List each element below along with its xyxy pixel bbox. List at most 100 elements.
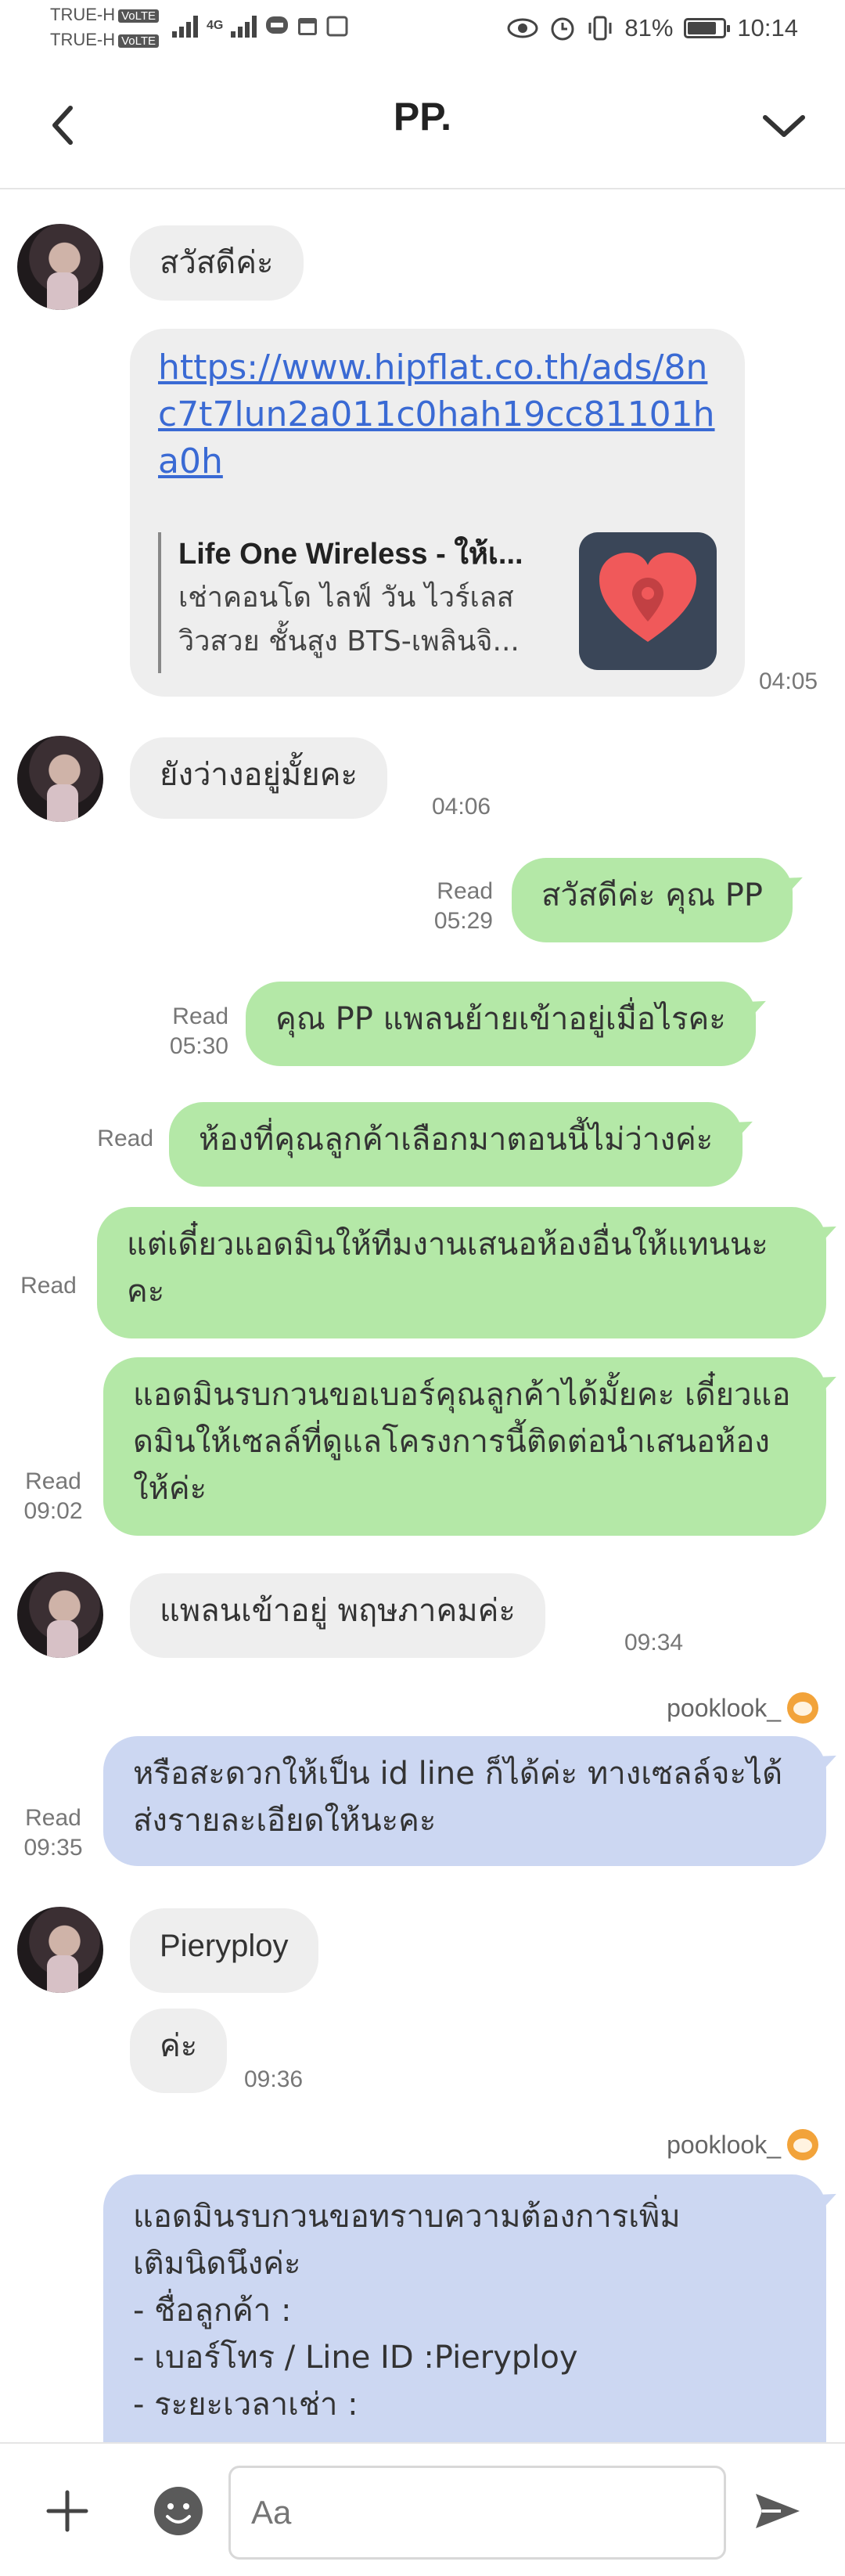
- message-line: - ชื่อลูกค้า :: [133, 2293, 292, 2329]
- sender-name: pooklook_: [667, 2129, 818, 2160]
- message-time: 04:06: [432, 794, 491, 820]
- read-receipt: Read: [437, 878, 493, 904]
- message-text: สวัสดีค่ะ คุณ PP: [541, 877, 764, 913]
- eye-icon: [507, 18, 538, 38]
- chat-messages[interactable]: สวัสดีค่ะ https://www.hipflat.co.th/ads/…: [0, 191, 845, 2442]
- read-receipt: Read: [97, 1126, 153, 1151]
- message-time: 04:05: [759, 668, 818, 694]
- vibrate-icon: [588, 16, 612, 41]
- signal-icon-2: [231, 14, 257, 38]
- message-line: แอดมินรบกวนขอทราบความต้องการเพิ่ม: [133, 2199, 681, 2235]
- read-receipt: Read: [25, 1805, 81, 1831]
- message-bubble-incoming[interactable]: แพลนเข้าอยู่ พฤษภาคมค่ะ: [130, 1573, 545, 1658]
- message-bubble-incoming[interactable]: ยังว่างอยู่มั้ยคะ: [130, 737, 387, 819]
- chat-title: PP.: [393, 95, 452, 139]
- message-text: แพลนเข้าอยู่ พฤษภาคมค่ะ: [160, 1593, 516, 1629]
- emoji-button[interactable]: [146, 2478, 211, 2544]
- status-icons-right: 81% 10:14: [507, 14, 798, 42]
- carrier-2: TRUE-H VoLTE: [50, 30, 160, 50]
- avatar[interactable]: [17, 1907, 103, 1993]
- message-input[interactable]: [228, 2466, 726, 2560]
- message-link[interactable]: https://www.hipflat.co.th/ads/8nc7t7lun2…: [158, 344, 717, 485]
- send-icon: [756, 2494, 800, 2528]
- carrier-1-label: TRUE-H: [50, 5, 116, 24]
- message-time: 09:02: [23, 1498, 83, 1524]
- tiger-icon: [787, 1692, 818, 1724]
- read-receipt: Read: [25, 1468, 81, 1494]
- avatar[interactable]: [17, 1572, 103, 1658]
- message-text: คุณ PP แพลนย้ายเข้าอยู่เมื่อไรคะ: [275, 1001, 726, 1037]
- message-time: 09:35: [23, 1835, 83, 1861]
- tiger-icon: [787, 2129, 818, 2160]
- preview-thumbnail: [579, 532, 717, 670]
- preview-title: Life One Wireless - ให้เ...: [178, 538, 523, 571]
- avatar[interactable]: [17, 224, 103, 310]
- send-button[interactable]: [745, 2478, 811, 2544]
- status-bar: TRUE-H VoLTE TRUE-H VoLTE 4G 81% 10:14: [0, 0, 845, 63]
- emoji-icon: [154, 2487, 203, 2535]
- avatar[interactable]: [17, 736, 103, 822]
- signal-icon: [172, 14, 199, 38]
- line-app-icon: [266, 16, 289, 34]
- status-icons-left: 4G: [172, 14, 348, 38]
- message-status: Read 09:35: [16, 1803, 91, 1863]
- clock: 10:14: [737, 14, 798, 41]
- message-text: ค่ะ: [160, 2028, 198, 2064]
- message-bubble-incoming[interactable]: Pieryploy: [130, 1908, 318, 1993]
- message-bubble-outgoing[interactable]: แอดมินรบกวนขอเบอร์คุณลูกค้าได้มั้ยคะ เดี…: [103, 1357, 826, 1536]
- message-bubble-outgoing[interactable]: แต่เดี๋ยวแอดมินให้ทีมงานเสนอห้องอื่นให้แ…: [97, 1207, 826, 1338]
- map-heart-icon: [599, 553, 696, 642]
- calendar-date-icon: [326, 16, 348, 37]
- alarm-icon: [551, 17, 574, 41]
- message-status: Read 05:29: [407, 877, 493, 936]
- network-type: 4G: [207, 19, 224, 32]
- message-status: Read: [16, 1271, 81, 1301]
- message-line: - ระยะเวลาเช่า :: [133, 2387, 358, 2423]
- battery-fill: [688, 22, 717, 34]
- sender-label: pooklook_: [667, 1693, 781, 1722]
- link-message-bubble[interactable]: https://www.hipflat.co.th/ads/8nc7t7lun2…: [130, 329, 745, 697]
- volte-badge: VoLTE: [118, 34, 160, 48]
- message-text: Pieryploy: [160, 1929, 289, 1963]
- message-bubble-incoming[interactable]: สวัสดีค่ะ: [130, 225, 304, 301]
- message-text: ยังว่างอยู่มั้ยคะ: [160, 757, 358, 793]
- link-preview-card[interactable]: Life One Wireless - ให้เ... เช่าคอนโด ไล…: [158, 532, 717, 673]
- message-bubble-outgoing[interactable]: สวัสดีค่ะ คุณ PP: [512, 858, 793, 942]
- message-bubble-moderator[interactable]: หรือสะดวกให้เป็น id line ก็ได้ค่ะ ทางเซล…: [103, 1736, 826, 1866]
- message-line: เติมนิดนึงค่ะ: [133, 2246, 301, 2282]
- message-time: 05:29: [433, 908, 493, 934]
- message-text: หรือสะดวกให้เป็น id line ก็ได้ค่ะ ทางเซล…: [133, 1756, 783, 1839]
- message-line: - เบอร์โทร / Line ID :Pieryploy: [133, 2340, 578, 2376]
- message-text: สวัสดีค่ะ: [160, 245, 274, 281]
- chat-menu-button[interactable]: [753, 94, 815, 157]
- message-status: Read 09:02: [16, 1467, 91, 1526]
- chevron-down-icon: [763, 115, 805, 137]
- sender-label: pooklook_: [667, 2130, 781, 2159]
- message-bubble-outgoing[interactable]: ห้องที่คุณลูกค้าเลือกมาตอนนี้ไม่ว่างค่ะ: [169, 1102, 743, 1187]
- message-text: ห้องที่คุณลูกค้าเลือกมาตอนนี้ไม่ว่างค่ะ: [199, 1122, 714, 1158]
- message-text: แต่เดี๋ยวแอดมินให้ทีมงานเสนอห้องอื่นให้แ…: [127, 1227, 768, 1310]
- message-status: Read: [78, 1124, 153, 1154]
- chat-header: PP.: [0, 63, 845, 189]
- read-receipt: Read: [20, 1273, 77, 1299]
- message-bubble-incoming[interactable]: ค่ะ: [130, 2009, 228, 2093]
- calendar-icon: [298, 18, 318, 35]
- message-bubble-outgoing[interactable]: คุณ PP แพลนย้ายเข้าอยู่เมื่อไรคะ: [246, 982, 756, 1066]
- message-bubble-moderator[interactable]: แอดมินรบกวนขอทราบความต้องการเพิ่ม เติมนิ…: [103, 2174, 826, 2442]
- sender-name: pooklook_: [667, 1692, 818, 1724]
- battery-icon: [684, 18, 731, 38]
- message-time: 05:30: [169, 1033, 228, 1059]
- message-time: 09:34: [624, 1630, 684, 1655]
- volte-badge: VoLTE: [118, 9, 160, 23]
- add-button[interactable]: [34, 2478, 100, 2544]
- plus-icon: [46, 2490, 88, 2532]
- preview-description: เช่าคอนโด ไลฟ์ วัน ไวร์เลส วิวสวย ชั้นสู…: [178, 582, 520, 658]
- carrier-2-label: TRUE-H: [50, 30, 116, 49]
- battery-percent: 81%: [624, 14, 674, 41]
- carrier-1: TRUE-H VoLTE: [50, 5, 160, 25]
- message-text: แอดมินรบกวนขอเบอร์คุณลูกค้าได้มั้ยคะ เดี…: [133, 1377, 791, 1507]
- link-url[interactable]: https://www.hipflat.co.th/ads/8nc7t7lun2…: [158, 348, 715, 481]
- message-time: 09:36: [244, 2066, 304, 2092]
- message-status: Read 05:30: [141, 1002, 228, 1061]
- preview-divider: [158, 532, 161, 673]
